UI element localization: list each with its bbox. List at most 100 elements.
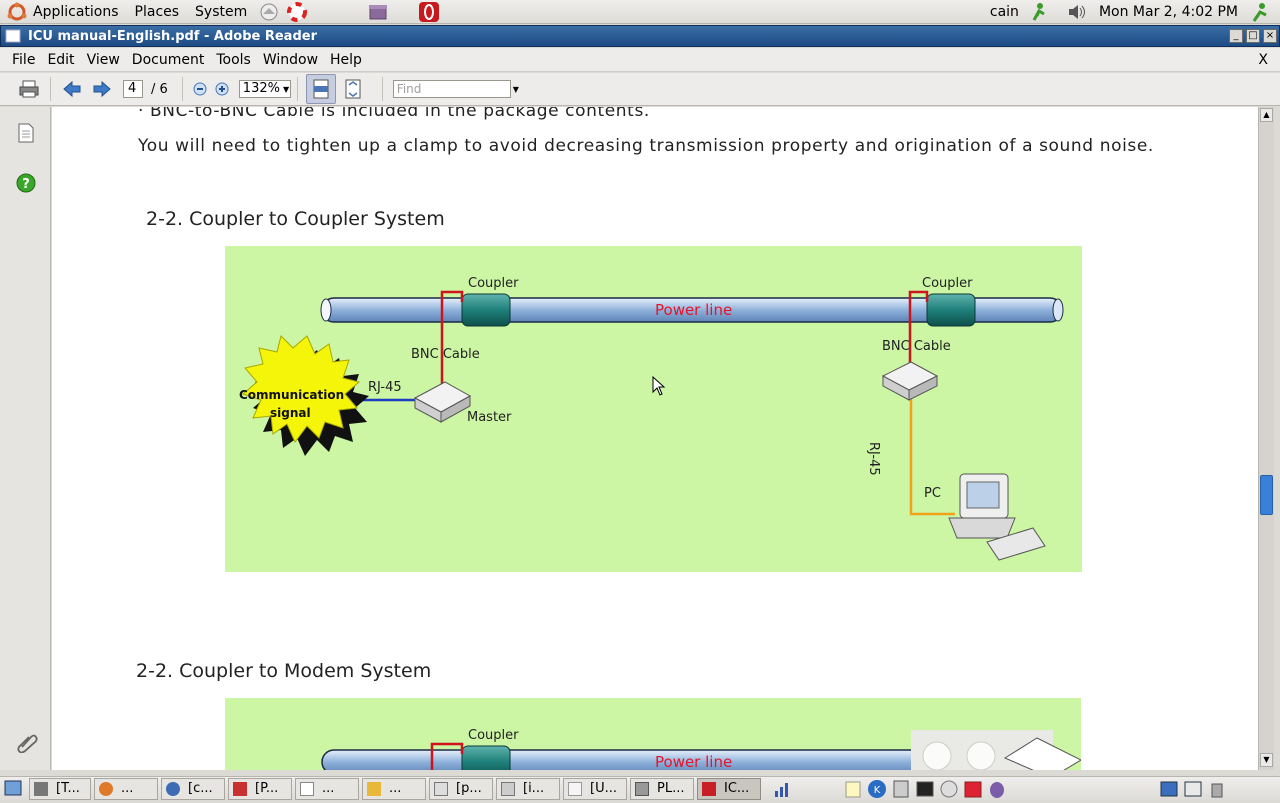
print-button[interactable]: [16, 76, 42, 102]
pidgin-icon[interactable]: [987, 779, 1007, 799]
close-document-button[interactable]: X: [1258, 52, 1268, 68]
trash-icon[interactable]: [1207, 779, 1227, 799]
menu-tools[interactable]: Tools: [210, 52, 257, 68]
doc-paragraph-line: You will need to tighten up a clamp to a…: [138, 136, 1154, 156]
rj45-left-label: RJ-45: [368, 380, 402, 395]
ubuntu-logo-icon[interactable]: [6, 2, 28, 22]
help-lifebuoy-icon[interactable]: [286, 1, 308, 22]
taskbar-item[interactable]: ...: [362, 777, 426, 800]
find-input[interactable]: Find: [392, 80, 511, 98]
zoom-out-button[interactable]: [191, 76, 209, 102]
section-heading: 2-2. Coupler to Modem System: [136, 660, 432, 682]
pages-panel-icon[interactable]: [17, 123, 35, 147]
taskbar-item-active[interactable]: IC...: [697, 777, 761, 800]
window-titlebar[interactable]: ICU manual-English.pdf - Adobe Reader _ …: [0, 25, 1280, 47]
text-editor-icon: [434, 781, 448, 796]
logout-icon[interactable]: [1249, 2, 1271, 22]
clock[interactable]: Mon Mar 2, 4:02 PM: [1099, 4, 1238, 20]
adobe-reader-icon: [702, 781, 716, 796]
notes-icon[interactable]: [843, 779, 863, 799]
network-places-icon[interactable]: [258, 2, 280, 22]
user-status-icon[interactable]: [1030, 2, 1052, 22]
coupler-to-coupler-diagram: Coupler Coupler Power line BNC Cable BNC…: [225, 246, 1082, 572]
taskbar-item[interactable]: [i...: [496, 777, 560, 800]
disk-icon[interactable]: [939, 779, 959, 799]
arrow-left-icon: [63, 80, 81, 98]
terminal-tray-icon[interactable]: [915, 779, 935, 799]
scroll-up-arrow-icon[interactable]: ▲: [1260, 108, 1273, 122]
bnc-cable-right-label: BNC Cable: [882, 339, 951, 354]
menu-edit[interactable]: Edit: [41, 52, 80, 68]
workspace-active-icon[interactable]: [1183, 779, 1203, 799]
menu-help[interactable]: Help: [324, 52, 368, 68]
taskbar-item[interactable]: [p...: [429, 777, 493, 800]
document-viewport[interactable]: · BNC-to-BNC Cable is included in the pa…: [52, 107, 1258, 770]
window-menu-icon[interactable]: [5, 29, 21, 43]
show-desktop-icon[interactable]: [4, 779, 24, 799]
svg-text:?: ?: [22, 177, 30, 192]
scrollbar-thumb[interactable]: [1260, 475, 1273, 515]
slave-modem-device: [881, 361, 939, 401]
opera-browser-icon[interactable]: [418, 1, 440, 22]
spreadsheet-icon: [501, 781, 515, 796]
power-line-label: Power line: [655, 753, 733, 770]
page-number-input[interactable]: 4: [123, 80, 143, 98]
fit-width-button[interactable]: [305, 74, 336, 104]
taskbar-item[interactable]: [c...: [161, 777, 225, 800]
fit-page-icon: [345, 79, 361, 99]
system-menu[interactable]: System: [187, 0, 255, 24]
menu-view[interactable]: View: [81, 52, 126, 68]
section-heading: 2-2. Coupler to Coupler System: [146, 208, 445, 230]
diagram-graphic: [242, 290, 1064, 561]
page-total: / 6: [151, 81, 168, 97]
places-menu[interactable]: Places: [127, 0, 188, 24]
workspace-icon[interactable]: [1159, 779, 1179, 799]
mouse-cursor-icon: [652, 375, 666, 400]
menu-window[interactable]: Window: [257, 52, 324, 68]
volume-icon[interactable]: [1066, 2, 1088, 22]
scroll-down-arrow-icon[interactable]: ▼: [1260, 753, 1273, 767]
konqueror-icon: [166, 781, 180, 796]
taskbar-item[interactable]: PL...: [630, 777, 694, 800]
bottom-taskbar: [T... ... [c... [P... ... ... [p... [i..…: [0, 776, 1280, 800]
fit-width-icon: [313, 79, 329, 99]
menu-document[interactable]: Document: [126, 52, 211, 68]
toolbar-separator: [296, 77, 298, 101]
help-icon[interactable]: ?: [16, 173, 36, 197]
calendar-icon[interactable]: [963, 779, 983, 799]
taskbar-item[interactable]: ...: [94, 777, 158, 800]
zoom-in-button[interactable]: [213, 76, 231, 102]
coupler-to-modem-diagram: Coupler Power line: [225, 698, 1081, 770]
maximize-button[interactable]: □: [1246, 29, 1260, 43]
signal-label-line2: signal: [270, 406, 311, 420]
diagram-graphic: [321, 730, 1081, 770]
previous-page-button[interactable]: [59, 76, 85, 102]
next-page-button[interactable]: [89, 76, 115, 102]
doc-paragraph-line: · BNC-to-BNC Cable is included in the pa…: [138, 107, 650, 121]
zoom-out-icon: [193, 82, 207, 96]
menu-file[interactable]: File: [6, 52, 41, 68]
toolbar-separator: [50, 77, 51, 101]
zoom-in-icon: [215, 82, 229, 96]
toolbar: 4 / 6 132% ▼ Find ▼: [0, 73, 1280, 106]
calculator-tray-icon[interactable]: [891, 779, 911, 799]
fit-page-button[interactable]: [340, 76, 366, 102]
zoom-level-select[interactable]: 132% ▼: [238, 80, 291, 98]
attachments-icon[interactable]: [16, 731, 38, 757]
pdf-icon: [233, 781, 247, 796]
taskbar-item[interactable]: [P...: [228, 777, 292, 800]
taskbar-item[interactable]: [U...: [563, 777, 627, 800]
applications-menu[interactable]: Applications: [31, 0, 127, 24]
vertical-scrollbar[interactable]: ▲ ▼: [1258, 107, 1274, 770]
coupler-right-label: Coupler: [922, 276, 973, 291]
package-icon[interactable]: [367, 2, 389, 22]
system-monitor-icon[interactable]: [773, 779, 793, 799]
signal-label-line1: Communication: [239, 388, 345, 402]
taskbar-item[interactable]: ...: [295, 777, 359, 800]
find-options-chevron-icon[interactable]: ▼: [513, 85, 519, 94]
minimize-button[interactable]: _: [1229, 29, 1243, 43]
username[interactable]: cain: [990, 4, 1019, 20]
kde-icon[interactable]: K: [867, 779, 887, 799]
close-window-button[interactable]: ×: [1263, 29, 1277, 43]
taskbar-item[interactable]: [T...: [29, 777, 91, 800]
